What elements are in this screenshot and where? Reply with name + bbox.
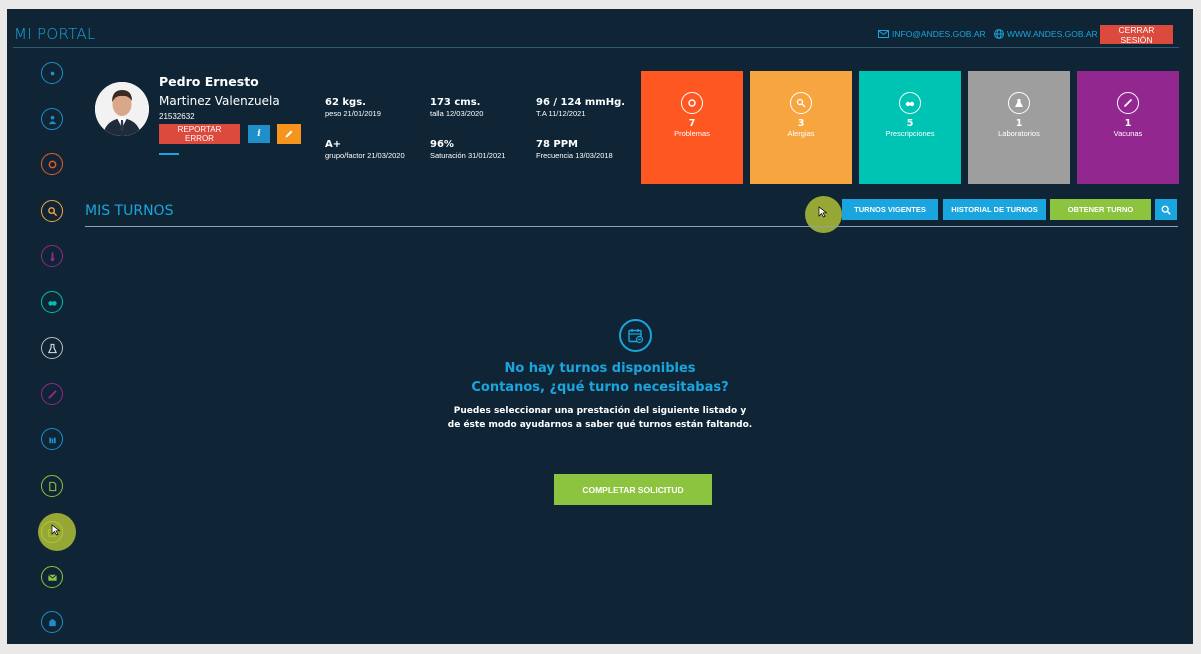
document-icon <box>48 481 56 491</box>
vital-heart-rate: 78 PPM Frecuencia 13/03/2018 <box>536 139 613 160</box>
pills-icon <box>47 300 57 306</box>
vital-label: grupo/factor 21/03/2020 <box>325 151 405 160</box>
sidebar-item-documents[interactable] <box>41 475 63 497</box>
app-window: MI PORTAL INFO@ANDES.GOB.AR WWW.ANDES.GO… <box>7 9 1193 644</box>
vital-blood-pressure: 96 / 124 mmHg. T.A 11/12/2021 <box>536 97 625 118</box>
sidebar-item-messages[interactable] <box>41 566 63 588</box>
email-link[interactable]: INFO@ANDES.GOB.AR <box>878 29 986 39</box>
brand-title: MI PORTAL <box>14 25 96 43</box>
sidebar-item-family[interactable] <box>41 428 63 450</box>
sidebar-item-prescriptions[interactable] <box>41 291 63 313</box>
report-error-button[interactable]: REPORTAR ERROR <box>159 124 240 144</box>
avatar <box>95 82 149 136</box>
section-divider <box>85 226 1178 227</box>
email-text: INFO@ANDES.GOB.AR <box>892 29 986 39</box>
tile-laboratories[interactable]: 1 Laboratorios <box>968 71 1070 184</box>
patient-photo <box>95 82 149 136</box>
syringe-icon <box>1117 92 1139 114</box>
vital-label: Frecuencia 13/03/2018 <box>536 151 613 160</box>
tile-count: 1 <box>1015 118 1023 129</box>
vital-weight: 62 kgs. peso 21/01/2019 <box>325 97 381 118</box>
thermometer-icon <box>50 251 54 261</box>
empty-state-text: de éste modo ayudarnos a saber qué turno… <box>447 420 753 430</box>
user-icon <box>48 115 56 124</box>
mail-icon <box>47 573 57 581</box>
tile-label: Vacunas <box>1113 129 1143 138</box>
mouse-pointer-icon <box>51 524 61 536</box>
info-button[interactable]: i <box>247 124 271 144</box>
tab-turnos-vigentes[interactable]: TURNOS VIGENTES <box>842 199 938 220</box>
complete-request-button[interactable]: COMPLETAR SOLICITUD <box>554 474 712 505</box>
vital-value: 173 cms. <box>430 97 481 108</box>
allergy-icon <box>47 206 57 216</box>
vital-blood-group: A+ grupo/factor 21/03/2020 <box>325 139 405 160</box>
vital-value: 96 / 124 mmHg. <box>536 97 626 108</box>
tile-count: 5 <box>906 118 914 129</box>
vital-label: peso 21/01/2019 <box>325 109 381 118</box>
vital-value: A+ <box>325 139 342 150</box>
sidebar-item-allergies[interactable] <box>41 200 63 222</box>
vital-label: T.A 11/12/2021 <box>536 109 586 118</box>
mouse-pointer-icon <box>818 206 828 218</box>
top-bar: MI PORTAL INFO@ANDES.GOB.AR WWW.ANDES.GO… <box>7 9 1193 48</box>
tile-count: 7 <box>688 118 696 129</box>
edit-button[interactable] <box>277 124 301 144</box>
tile-label: Alergias <box>787 129 815 138</box>
empty-state-subtitle: Contanos, ¿qué turno necesitabas? <box>471 380 729 395</box>
pencil-icon <box>285 130 293 138</box>
tile-vaccines[interactable]: 1 Vacunas <box>1077 71 1179 184</box>
home-icon <box>50 71 54 75</box>
tile-allergies[interactable]: 3 Alergias <box>750 71 852 184</box>
patient-underline <box>159 153 179 155</box>
tile-label: Prescripciones <box>885 129 935 138</box>
logout-button[interactable]: CERRAR SESIÓN <box>1100 25 1173 45</box>
vital-height: 173 cms. talla 12/03/2020 <box>430 97 483 118</box>
patient-document: 21532632 <box>159 112 195 121</box>
tile-problems[interactable]: 7 Problemas <box>641 71 743 184</box>
flask-icon <box>1008 92 1030 114</box>
vital-label: talla 12/03/2020 <box>430 109 484 118</box>
section-title: MIS TURNOS <box>85 203 174 219</box>
vital-value: 62 kgs. <box>325 97 366 108</box>
allergy-icon <box>790 92 812 114</box>
tile-prescriptions[interactable]: 5 Prescripciones <box>859 71 961 184</box>
tile-label: Laboratorios <box>998 129 1040 138</box>
empty-state-text: Puedes seleccionar una prestación del si… <box>453 406 747 416</box>
flask-icon <box>47 343 57 353</box>
search-button[interactable] <box>1155 199 1177 220</box>
vital-label: Saturación 31/01/2021 <box>430 151 506 160</box>
website-link[interactable]: WWW.ANDES.GOB.AR <box>994 29 1098 39</box>
sidebar-item-problems[interactable] <box>41 153 63 175</box>
sidebar-item-laboratories[interactable] <box>41 337 63 359</box>
vital-value: 96% <box>430 139 454 150</box>
search-icon <box>1161 205 1171 215</box>
tile-label: Problemas <box>674 129 710 138</box>
info-icon: i <box>257 129 261 139</box>
sidebar-item-institutions[interactable] <box>41 611 63 633</box>
pills-icon <box>899 92 921 114</box>
sidebar-item-profile[interactable] <box>41 108 63 130</box>
brain-icon <box>681 92 703 114</box>
patient-first-name: Pedro Ernesto <box>159 74 259 89</box>
sidebar-item-vitals[interactable] <box>41 245 63 267</box>
patient-last-name: Martinez Valenzuela <box>159 94 280 108</box>
empty-state-title: No hay turnos disponibles <box>504 361 696 376</box>
brain-icon <box>48 160 56 168</box>
calendar-icon <box>619 319 652 352</box>
website-text: WWW.ANDES.GOB.AR <box>1007 29 1098 39</box>
mail-icon <box>878 30 889 38</box>
vital-saturation: 96% Saturación 31/01/2021 <box>430 139 505 160</box>
building-icon <box>48 618 56 626</box>
header-divider <box>13 47 1179 48</box>
globe-icon <box>994 29 1004 39</box>
family-icon <box>48 437 56 443</box>
tab-historial-turnos[interactable]: HISTORIAL DE TURNOS <box>943 199 1046 220</box>
vital-value: 78 PPM <box>536 139 579 150</box>
sidebar-item-home[interactable] <box>41 62 63 84</box>
tab-obtener-turno[interactable]: OBTENER TURNO <box>1050 199 1151 220</box>
tile-count: 3 <box>797 118 805 129</box>
tile-count: 1 <box>1124 118 1132 129</box>
